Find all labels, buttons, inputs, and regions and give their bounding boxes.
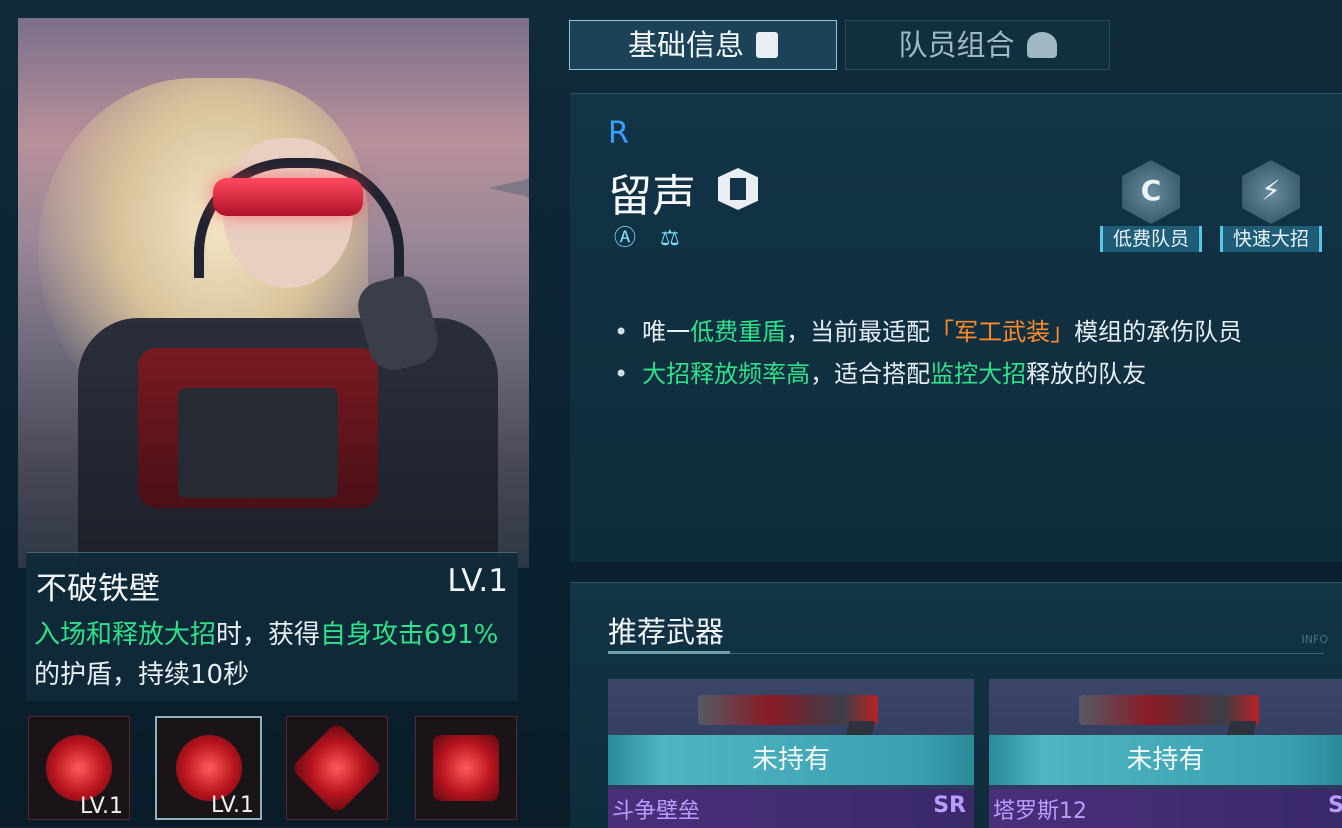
weapon-rarity: SR [933,793,966,818]
weapon-card[interactable]: 未持有 斗争壁垒 SR [608,679,974,828]
skill-name: 不破铁壁 [36,571,160,607]
badge-low-cost: C 低费队员 [1100,152,1202,252]
skill-level: LV.1 [447,563,508,599]
crosshair-emblem-icon [433,735,499,801]
badge-fast-ult: ⚡ 快速大招 [1220,152,1322,252]
character-vest-core [178,388,338,498]
skill-icon-level: LV.1 [210,793,254,818]
trait-line-2: • 大招释放频率高，适合搭配监控大招释放的队友 [614,360,1147,388]
character-visor [213,178,363,216]
character-rarity: R [608,116,629,151]
skill-icon-1[interactable]: LV.1 [28,716,130,820]
info-card-icon [756,32,778,58]
balance-icon: ⚖ [660,226,680,251]
c-emblem-icon [290,721,384,815]
shield-class-icon [718,168,758,210]
info-tag: INFO [1301,633,1328,646]
skill-icon-2[interactable]: LV.1 [155,716,262,820]
burst-icon [46,735,112,801]
skill-icon-3[interactable] [286,716,388,820]
team-icon [1026,32,1057,58]
tab-basic-info[interactable]: 基础信息 [569,20,837,70]
character-name: 留声 [608,171,696,222]
skill-desc-text-2: 的护盾，持续10秒 [34,660,250,690]
skill-desc-text-1: 时，获得 [216,620,321,650]
tab-basic-label: 基础信息 [627,28,744,62]
lightning-icon: ⚡ [1242,160,1300,224]
low-cost-icon: C [1122,160,1180,224]
weapon-card[interactable]: 未持有 塔罗斯12 S [989,679,1342,828]
tab-team-combo[interactable]: 队员组合 [845,20,1110,70]
badge-label: 快速大招 [1220,226,1322,252]
title-underline [608,651,730,654]
tab-team-label: 队员组合 [898,28,1015,62]
skill-desc-highlight-2: 自身攻击691% [320,620,499,650]
weapon-name: 塔罗斯12 [993,799,1087,824]
character-portrait [18,18,529,568]
skill-panel: 不破铁壁 LV.1 入场和释放大招时，获得自身攻击691% 的护盾，持续10秒 [26,552,518,701]
weapon-status: 未持有 [608,735,974,785]
weapon-name: 斗争壁垒 [612,799,701,824]
skill-description: 入场和释放大招时，获得自身攻击691% 的护盾，持续10秒 [34,615,514,695]
trait-line-1: • 唯一低费重盾，当前最适配「军工武装」模组的承伤队员 [614,318,1243,346]
skill-desc-highlight-1: 入场和释放大招 [34,620,217,650]
shield-orb-icon [175,735,242,801]
skill-icon-4[interactable] [415,716,517,820]
badge-label: 低费队员 [1100,226,1202,252]
role-a-icon: Ⓐ [614,226,637,251]
weapons-title: 推荐武器 [608,615,725,649]
recommended-weapons-panel: 推荐武器 INFO 未持有 斗争壁垒 SR 未持有 塔罗斯12 S [570,582,1342,828]
skill-icon-level: LV.1 [79,794,123,819]
basic-info-panel: R 留声 Ⓐ ⚖ C 低费队员 ⚡ 快速大招 • 唯一低费重盾，当前最适配「军工武… [570,93,1342,562]
weapon-rarity: S [1328,793,1342,818]
weapon-status: 未持有 [989,735,1342,785]
background-plane [488,168,529,208]
